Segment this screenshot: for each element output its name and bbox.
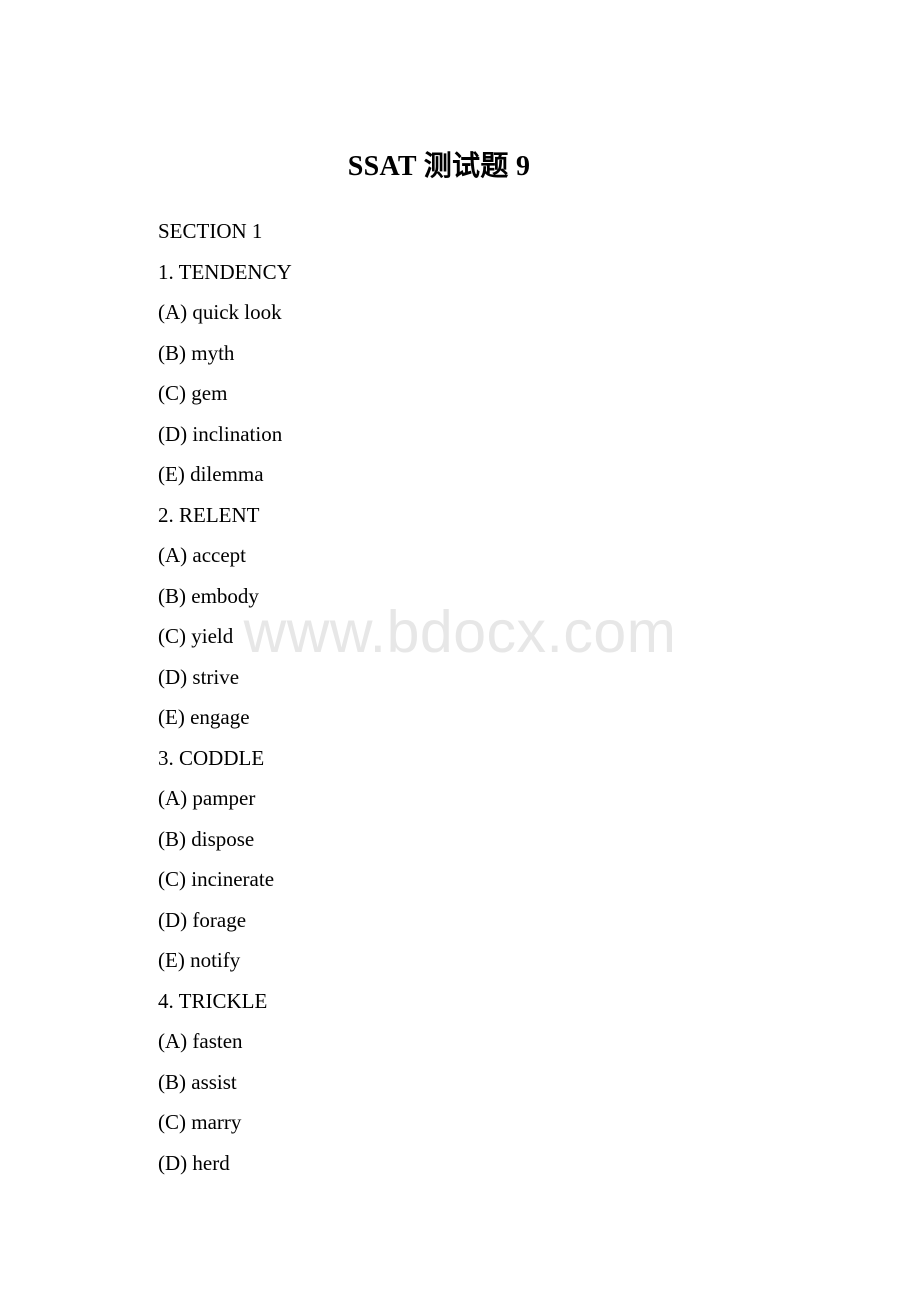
answer-choice: (D) forage: [158, 907, 247, 932]
answer-choice: (E) engage: [158, 705, 250, 729]
question-block: 1. TENDENCY (A) quick look (B) myth (C) …: [158, 252, 860, 495]
answer-choice: (A) quick look: [158, 300, 282, 324]
question-stem: 2. RELENT: [158, 502, 260, 527]
answer-choice: (B) assist: [158, 1069, 237, 1094]
answer-choice: (B) dispose: [158, 826, 255, 851]
answer-choice: (A) fasten: [158, 1029, 243, 1053]
question-stem: 1. TENDENCY: [158, 259, 292, 284]
answer-choice: (C) gem: [158, 381, 228, 405]
page-title: SSAT 测试题 9: [38, 148, 840, 185]
section-label: SECTION 1: [158, 219, 263, 243]
document-page: www.bdocx.com SSAT 测试题 9 SECTION 1 1. TE…: [0, 0, 920, 1302]
page-title-latin: SSAT: [347, 151, 417, 182]
answer-choice: (C) marry: [158, 1110, 242, 1134]
answer-choice: (D) inclination: [158, 421, 283, 446]
question-stem: 3. CODDLE: [158, 745, 265, 770]
question-block: 3. CODDLE (A) pamper (B) dispose (C) inc…: [158, 738, 860, 981]
question-block: 2. RELENT (A) accept (B) embody (C) yiel…: [158, 495, 860, 738]
answer-choice: (C) yield: [158, 624, 234, 648]
answer-choice: (D) herd: [158, 1150, 230, 1175]
answer-choice: (E) notify: [158, 948, 241, 972]
answer-choice: (A) pamper: [158, 786, 256, 810]
answer-choice: (C) incinerate: [158, 867, 275, 891]
question-stem: 4. TRICKLE: [158, 988, 268, 1013]
document-body: SSAT 测试题 9 SECTION 1 1. TENDENCY (A) qui…: [0, 0, 920, 1183]
answer-choice: (B) myth: [158, 340, 235, 365]
page-title-cjk: 测试题: [423, 149, 509, 182]
question-block: 4. TRICKLE (A) fasten (B) assist (C) mar…: [158, 981, 860, 1184]
answer-choice: (E) dilemma: [158, 462, 264, 486]
answer-choice: (A) accept: [158, 543, 247, 567]
page-title-number: 9: [515, 151, 531, 182]
answer-choice: (B) embody: [158, 583, 259, 608]
answer-choice: (D) strive: [158, 664, 240, 689]
